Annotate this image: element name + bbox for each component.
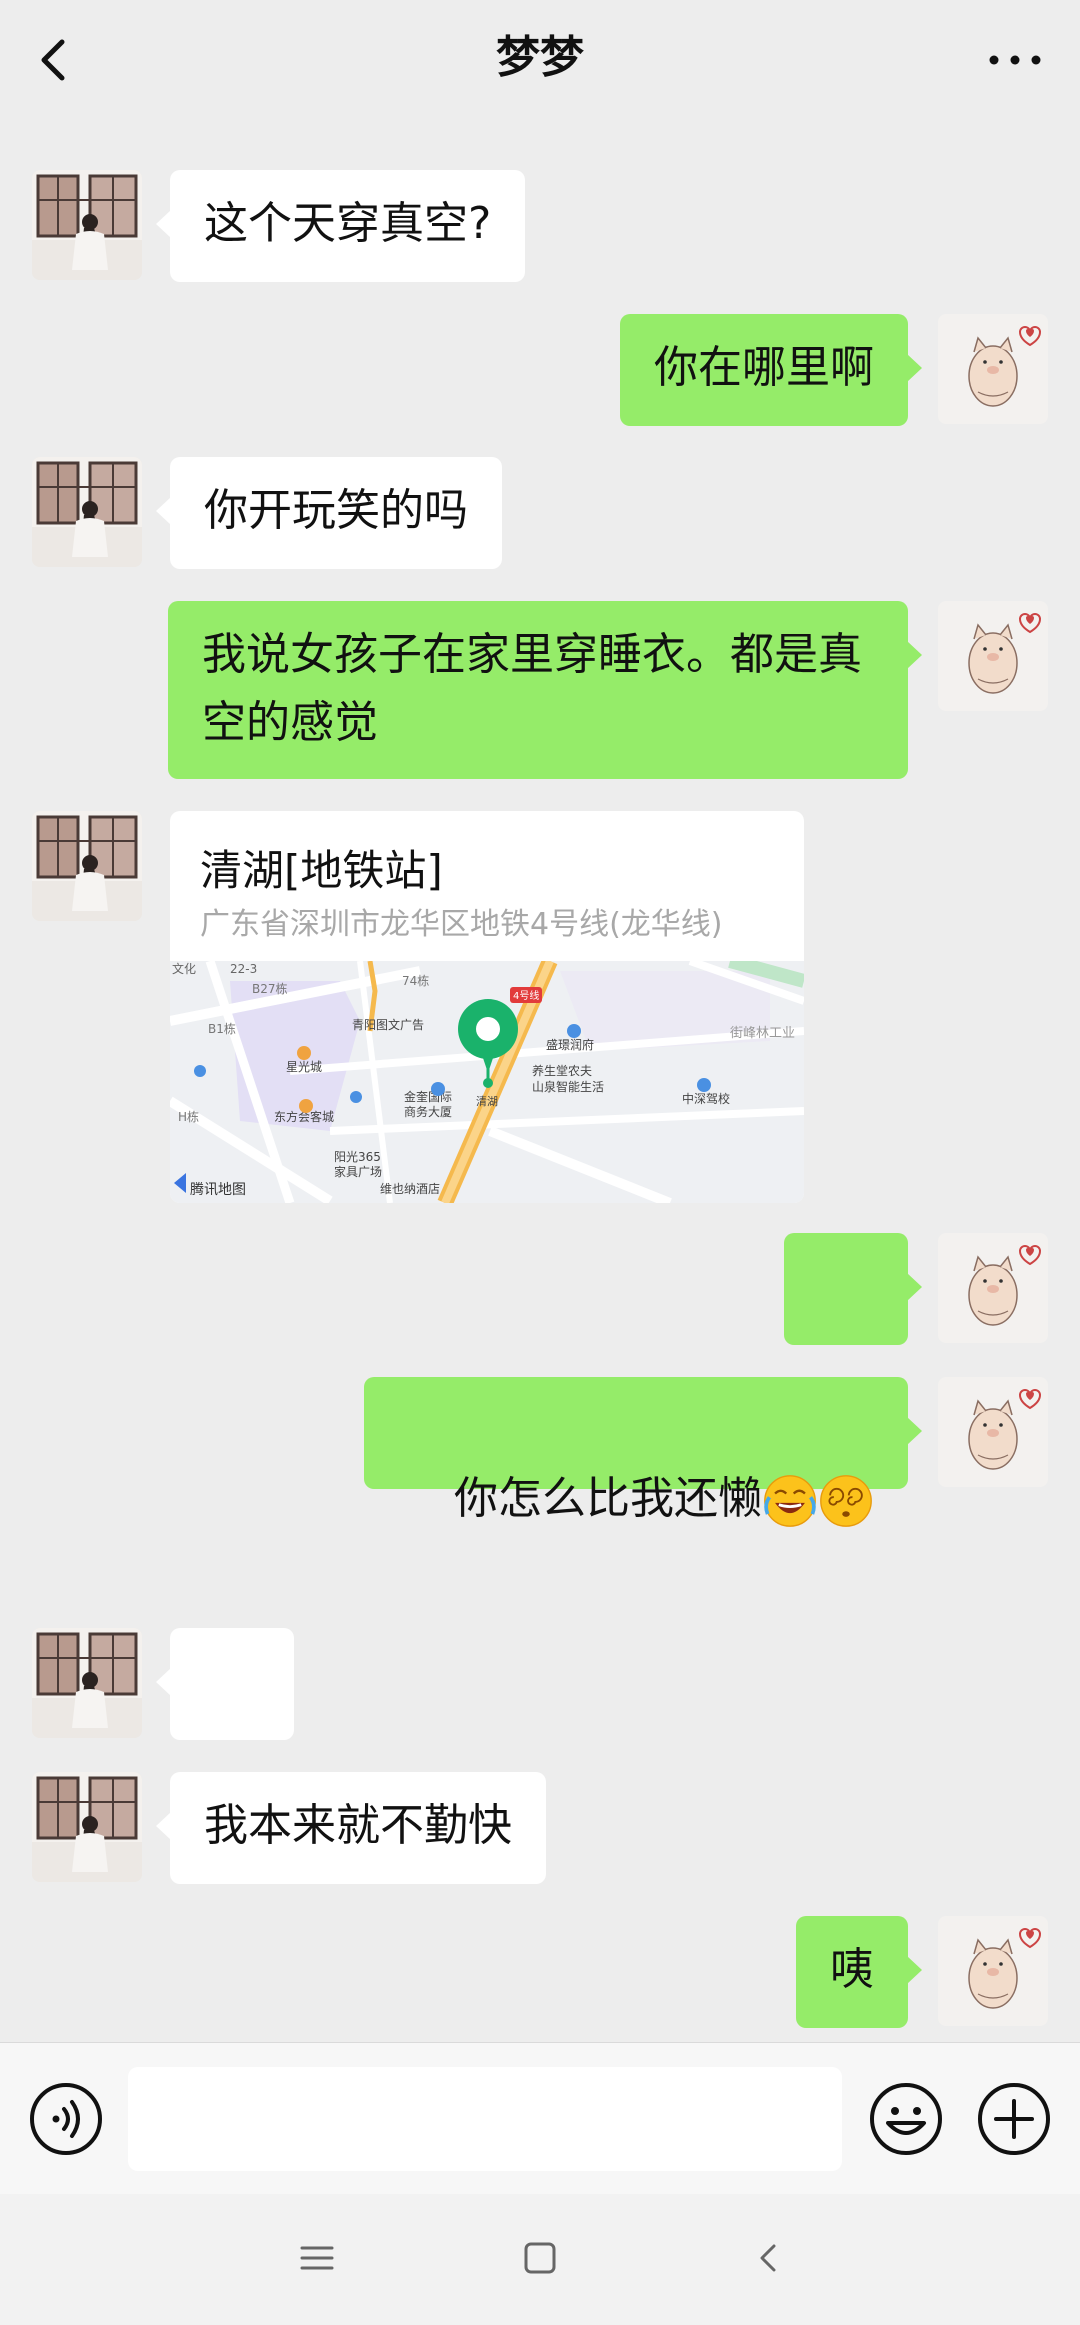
my-avatar[interactable]: [938, 1916, 1048, 2026]
contact-avatar[interactable]: [32, 1628, 142, 1738]
message-bubble[interactable]: 咦: [796, 1916, 922, 2028]
contact-avatar[interactable]: [32, 170, 142, 280]
my-avatar[interactable]: [938, 601, 1048, 711]
message-bubble[interactable]: 你在哪里啊: [620, 314, 922, 426]
plus-button[interactable]: [976, 2081, 1052, 2157]
more-dots-icon: [989, 55, 1041, 65]
input-bar: [0, 2042, 1080, 2194]
message-bubble[interactable]: [784, 1233, 922, 1345]
message-input[interactable]: [128, 2067, 842, 2171]
voice-button[interactable]: [28, 2081, 104, 2157]
map-label: B27栋: [252, 981, 288, 996]
map-label: 金奎国际: [404, 1089, 452, 1104]
message-bubble[interactable]: 我本来就不勤快: [156, 1772, 546, 1884]
emoji-smiley-icon: [870, 2083, 942, 2155]
my-avatar[interactable]: [938, 1377, 1048, 1487]
emoji-button[interactable]: [868, 2081, 944, 2157]
system-nav-bar: [0, 2194, 1080, 2325]
map-label: 盛璟润府: [546, 1037, 594, 1052]
location-card[interactable]: 清湖[地铁站] 广东省深圳市龙华区地铁4号线(龙华线) 文化 22-3 74栋 …: [170, 811, 804, 1203]
home-button[interactable]: [522, 2238, 558, 2278]
map-label: 山泉智能生活: [532, 1079, 604, 1094]
dizzy-face-icon: [818, 1473, 874, 1529]
contact-avatar[interactable]: [32, 811, 142, 921]
map-label: B1栋: [208, 1021, 236, 1036]
plus-circle-icon: [978, 2083, 1050, 2155]
recent-apps-button[interactable]: [298, 2238, 336, 2278]
message-bubble[interactable]: 我说女孩子在家里穿睡衣。都是真 空的感觉: [168, 601, 922, 779]
my-avatar[interactable]: [938, 1233, 1048, 1343]
my-avatar[interactable]: [938, 314, 1048, 424]
home-square-icon: [524, 2242, 556, 2274]
message-text: 你怎么比我还懒: [454, 1473, 762, 1524]
map-label: 青阳图文广告: [352, 1017, 424, 1032]
map-label: H栋: [178, 1109, 199, 1124]
system-back-button[interactable]: [752, 2238, 782, 2278]
voice-icon: [30, 2083, 102, 2155]
contact-avatar[interactable]: [32, 457, 142, 567]
chat-header: 梦梦: [0, 0, 1080, 120]
map-label: 4号线: [513, 989, 539, 1002]
chat-title: 梦梦: [496, 32, 584, 83]
message-bubble[interactable]: 这个天穿真空?: [155, 170, 526, 282]
message-bubble[interactable]: [156, 1628, 294, 1740]
location-address: 广东省深圳市龙华区地铁4号线(龙华线): [200, 907, 723, 942]
map-label: 家具广场: [334, 1164, 382, 1179]
message-bubble[interactable]: 你开玩笑的吗: [156, 457, 502, 569]
message-bubble[interactable]: 你怎么比我还懒: [364, 1377, 922, 1489]
back-triangle-icon: [760, 2244, 776, 2272]
location-map[interactable]: 文化 22-3 74栋 B27栋 B1栋 青阳图文广告 盛璟润府 星光城 养生堂…: [170, 961, 804, 1203]
map-label: 清湖: [476, 1095, 498, 1108]
map-label: 养生堂农夫: [532, 1063, 592, 1078]
map-label: 中深驾校: [682, 1091, 730, 1106]
menu-icon: [300, 2246, 334, 2270]
map-label: 阳光365: [334, 1150, 381, 1164]
map-label: 74栋: [402, 973, 429, 988]
map-label: 街峰林工业: [730, 1026, 795, 1041]
map-label: 文化: [172, 961, 196, 976]
rofl-face-icon: [762, 1473, 818, 1529]
contact-avatar[interactable]: [32, 1772, 142, 1882]
map-brand: 腾讯地图: [190, 1181, 246, 1198]
location-name: 清湖[地铁站]: [200, 846, 443, 895]
map-label: 22-3: [230, 962, 257, 976]
map-label: 星光城: [286, 1060, 322, 1074]
map-label: 商务大厦: [404, 1104, 452, 1119]
map-label: 维也纳酒店: [380, 1182, 440, 1196]
more-button[interactable]: [980, 28, 1050, 92]
